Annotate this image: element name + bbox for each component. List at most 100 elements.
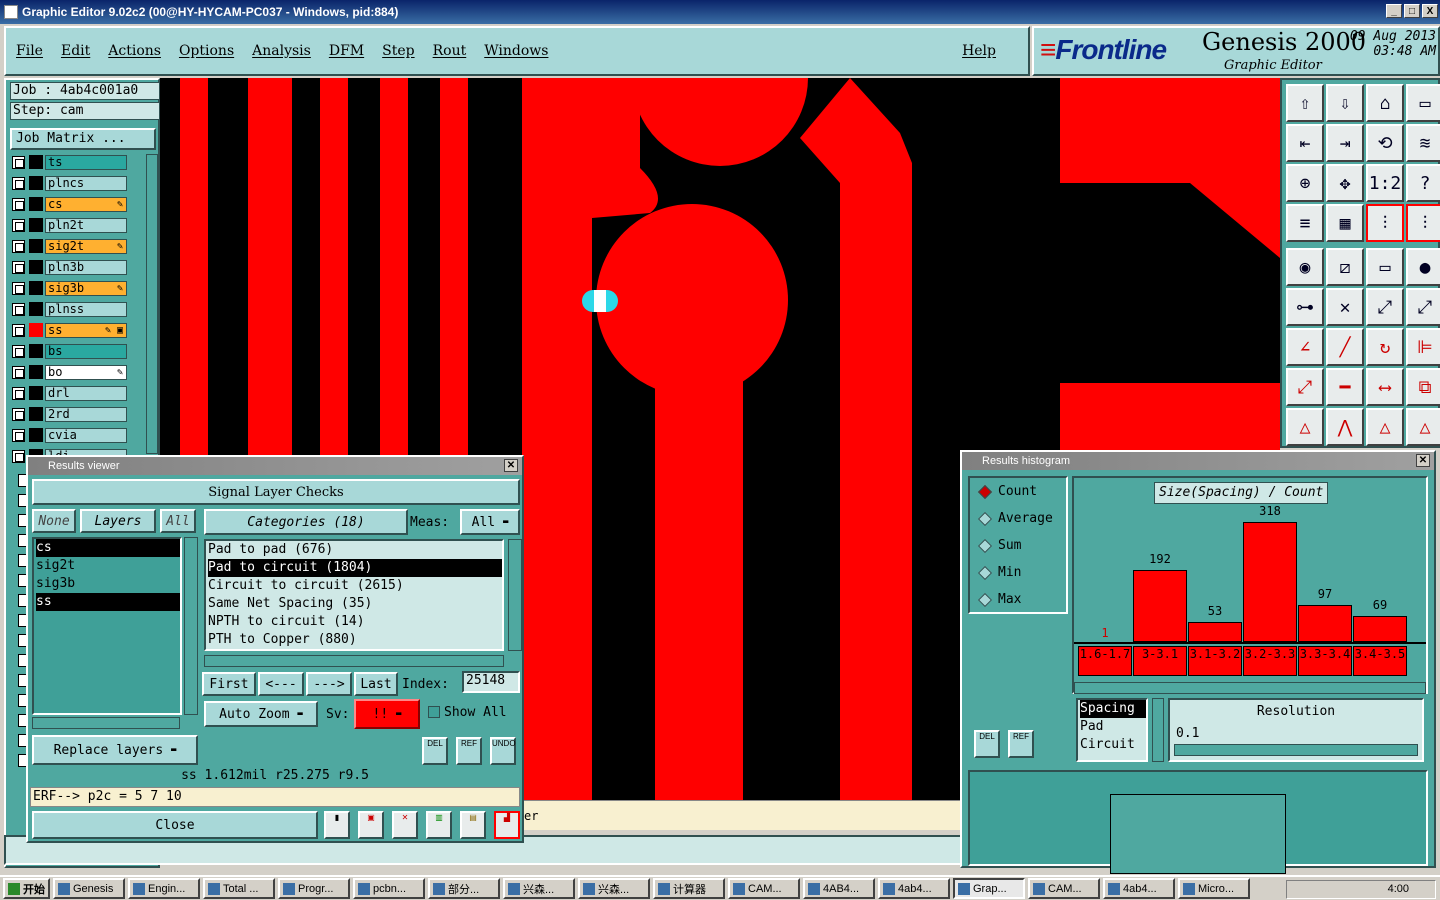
histogram-bar[interactable]: [1353, 616, 1407, 642]
clock[interactable]: 4:00: [1388, 883, 1409, 895]
menu-rout[interactable]: Rout: [433, 43, 467, 59]
layer-list-hscroll[interactable]: [32, 717, 180, 729]
layer-name[interactable]: drl: [45, 385, 127, 401]
tool-button-10[interactable]: ✥: [1326, 164, 1364, 202]
tool-button-31[interactable]: ⟷: [1366, 368, 1404, 406]
maximize-button[interactable]: □: [1404, 4, 1420, 18]
layer-row-plnss[interactable]: plnss: [12, 301, 127, 317]
tool-button-22[interactable]: ✕: [1326, 288, 1364, 326]
menu-help[interactable]: Help: [962, 43, 996, 59]
tool-button-18[interactable]: ⧄: [1326, 248, 1364, 286]
tool-button-30[interactable]: ━: [1326, 368, 1364, 406]
del-button[interactable]: DEL: [422, 737, 448, 765]
minimize-button[interactable]: _: [1386, 4, 1402, 18]
auto-zoom-select[interactable]: Auto Zoom ▬: [204, 701, 318, 727]
layer-checkbox[interactable]: [12, 218, 25, 232]
mode-radio-min[interactable]: Min: [977, 565, 1021, 580]
results-close-icon[interactable]: ✕: [504, 459, 518, 472]
histogram-bar[interactable]: [1243, 522, 1297, 642]
task-button[interactable]: 兴森...: [503, 878, 575, 899]
layer-checkbox[interactable]: [12, 197, 25, 211]
menu-dfm[interactable]: DFM: [329, 43, 364, 59]
layer-name[interactable]: bs: [45, 343, 127, 359]
menu-analysis[interactable]: Analysis: [252, 43, 311, 59]
measure-list[interactable]: Spacing Pad Circuit: [1076, 698, 1148, 762]
measure-scrollbar[interactable]: [1152, 698, 1164, 762]
layer-name[interactable]: pln2t: [45, 217, 127, 233]
start-button[interactable]: 开始: [3, 878, 50, 899]
layer-checkbox[interactable]: [12, 239, 25, 253]
layer-checkbox[interactable]: [12, 428, 25, 442]
layer-checkbox[interactable]: [12, 407, 25, 421]
undo-button[interactable]: UNDO: [490, 737, 516, 765]
task-button[interactable]: Grap...: [953, 878, 1025, 899]
close-dialog-button[interactable]: Close: [32, 811, 318, 839]
task-button[interactable]: 4AB4...: [803, 878, 875, 899]
measure-item[interactable]: Circuit: [1080, 736, 1146, 754]
tool-button-32[interactable]: ⧉: [1406, 368, 1440, 406]
ref-button[interactable]: REF: [456, 737, 482, 765]
tool-button-16[interactable]: ⫶: [1406, 204, 1440, 242]
tool-button-2[interactable]: ⇩: [1326, 84, 1364, 122]
export-icon[interactable]: ▣: [358, 811, 384, 839]
task-button[interactable]: 4ab4...: [1103, 878, 1175, 899]
tool-button-25[interactable]: ∠: [1286, 328, 1324, 366]
first-button[interactable]: First: [202, 672, 256, 696]
layer-checkbox[interactable]: [12, 386, 25, 400]
layer-name[interactable]: 2rd: [45, 406, 127, 422]
task-button[interactable]: 兴森...: [578, 878, 650, 899]
layer-checkbox[interactable]: [12, 449, 25, 463]
task-button[interactable]: CAM...: [1028, 878, 1100, 899]
task-button[interactable]: Progr...: [278, 878, 350, 899]
tool-button-8[interactable]: ≋: [1406, 124, 1440, 162]
resolution-slider[interactable]: [1174, 744, 1418, 756]
tool-button-12[interactable]: ?: [1406, 164, 1440, 202]
layer-name[interactable]: ts: [45, 154, 127, 170]
tool-button-36[interactable]: △: [1406, 408, 1440, 446]
bin-label[interactable]: 3.4-3.5: [1353, 646, 1407, 676]
histogram-hscroll[interactable]: [1074, 682, 1426, 694]
layer-checkbox[interactable]: [12, 302, 25, 316]
tool-button-5[interactable]: ⇤: [1286, 124, 1324, 162]
results-layer-item[interactable]: ss: [36, 593, 180, 611]
layer-row-2rd[interactable]: 2rd: [12, 406, 127, 422]
results-layer-item[interactable]: sig3b: [36, 575, 180, 593]
tool-button-14[interactable]: ▦: [1326, 204, 1364, 242]
layer-name[interactable]: plnss: [45, 301, 127, 317]
category-item[interactable]: PTH to Copper (880): [208, 631, 502, 649]
category-item[interactable]: Pad to pad (676): [208, 541, 502, 559]
tool-button-26[interactable]: ╱: [1326, 328, 1364, 366]
bin-label[interactable]: 3.1-3.2: [1188, 646, 1242, 676]
bin-label[interactable]: 1.6-1.7: [1078, 646, 1132, 676]
tool-button-34[interactable]: ⋀: [1326, 408, 1364, 446]
menu-actions[interactable]: Actions: [108, 43, 161, 59]
layer-name[interactable]: pln3b: [45, 259, 127, 275]
layer-list-scrollbar[interactable]: [184, 537, 198, 715]
meas-select[interactable]: All ▬: [460, 509, 520, 535]
tool-button-3[interactable]: ⌂: [1366, 84, 1404, 122]
histogram-bar[interactable]: [1188, 622, 1242, 642]
replace-layers-select[interactable]: Replace layers ▬: [32, 735, 198, 765]
categories-button[interactable]: Categories (18): [204, 509, 408, 535]
task-button[interactable]: Micro...: [1178, 878, 1250, 899]
layer-checkbox[interactable]: [12, 344, 25, 358]
tool-button-27[interactable]: ↻: [1366, 328, 1404, 366]
category-hscroll[interactable]: [204, 655, 504, 667]
task-button[interactable]: 计算器: [653, 878, 725, 899]
window-titlebar[interactable]: Graphic Editor 9.02c2 (00@HY-HYCAM-PC037…: [0, 0, 1440, 24]
task-button[interactable]: CAM...: [728, 878, 800, 899]
category-item[interactable]: Same Net Spacing (35): [208, 595, 502, 613]
sort-icon[interactable]: ▥: [426, 811, 452, 839]
layer-name[interactable]: cvia: [45, 427, 127, 443]
layer-checkbox[interactable]: [12, 365, 25, 379]
erf-icon[interactable]: ✕: [392, 811, 418, 839]
graph-icon[interactable]: ▮: [324, 811, 350, 839]
menu-file[interactable]: File: [16, 43, 43, 59]
layer-name[interactable]: plncs: [45, 175, 127, 191]
index-input[interactable]: 25148: [462, 671, 520, 693]
task-button[interactable]: pcbn...: [353, 878, 425, 899]
layer-name[interactable]: cs ✎: [45, 196, 127, 212]
bin-label[interactable]: 3-3.1: [1133, 646, 1187, 676]
layer-row-bs[interactable]: bs: [12, 343, 127, 359]
layer-checkbox[interactable]: [12, 281, 25, 295]
